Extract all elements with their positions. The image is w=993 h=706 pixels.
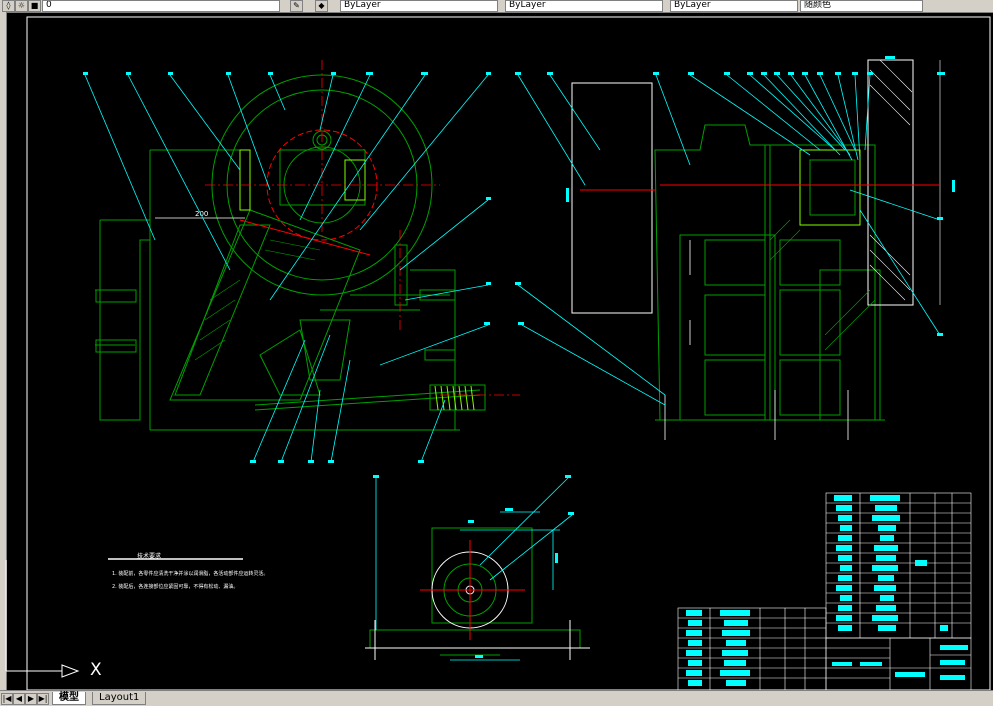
title-block-entries [832,645,968,680]
motor-view [365,527,590,660]
layout-tab-bar: |◀ ◀ ▶ ▶| 模型 Layout1 [0,690,993,706]
ucs-x-label: X [90,660,102,680]
ucs-icon [5,560,80,678]
balloon-ticks-front [515,56,955,336]
jaw-crusher-front-view [571,59,941,440]
dim-200-text: 200 [195,210,208,218]
tab-layout1[interactable]: Layout1 [92,692,147,705]
leader-lines-side [84,74,489,463]
prev-tab-icon[interactable]: ◀ [13,693,25,705]
jaw-crusher-side-view [95,74,486,431]
first-tab-icon[interactable]: |◀ [1,693,13,705]
tech-note-2: 2. 装配后，各连接部位应紧固可靠，不得有松动、漏油。 [112,584,239,590]
last-tab-icon[interactable]: ▶| [37,693,49,705]
balloon-ticks-motor [373,475,574,658]
next-tab-icon[interactable]: ▶ [25,693,37,705]
tech-notes-title: 技术要求 [137,553,162,560]
tab-model[interactable]: 模型 [52,692,86,705]
tech-note-1: 1. 装配前，各零件应清洗干净并涂以润滑脂，各活动部件应运转灵活。 [112,571,269,577]
leader-lines-motor [375,477,573,661]
